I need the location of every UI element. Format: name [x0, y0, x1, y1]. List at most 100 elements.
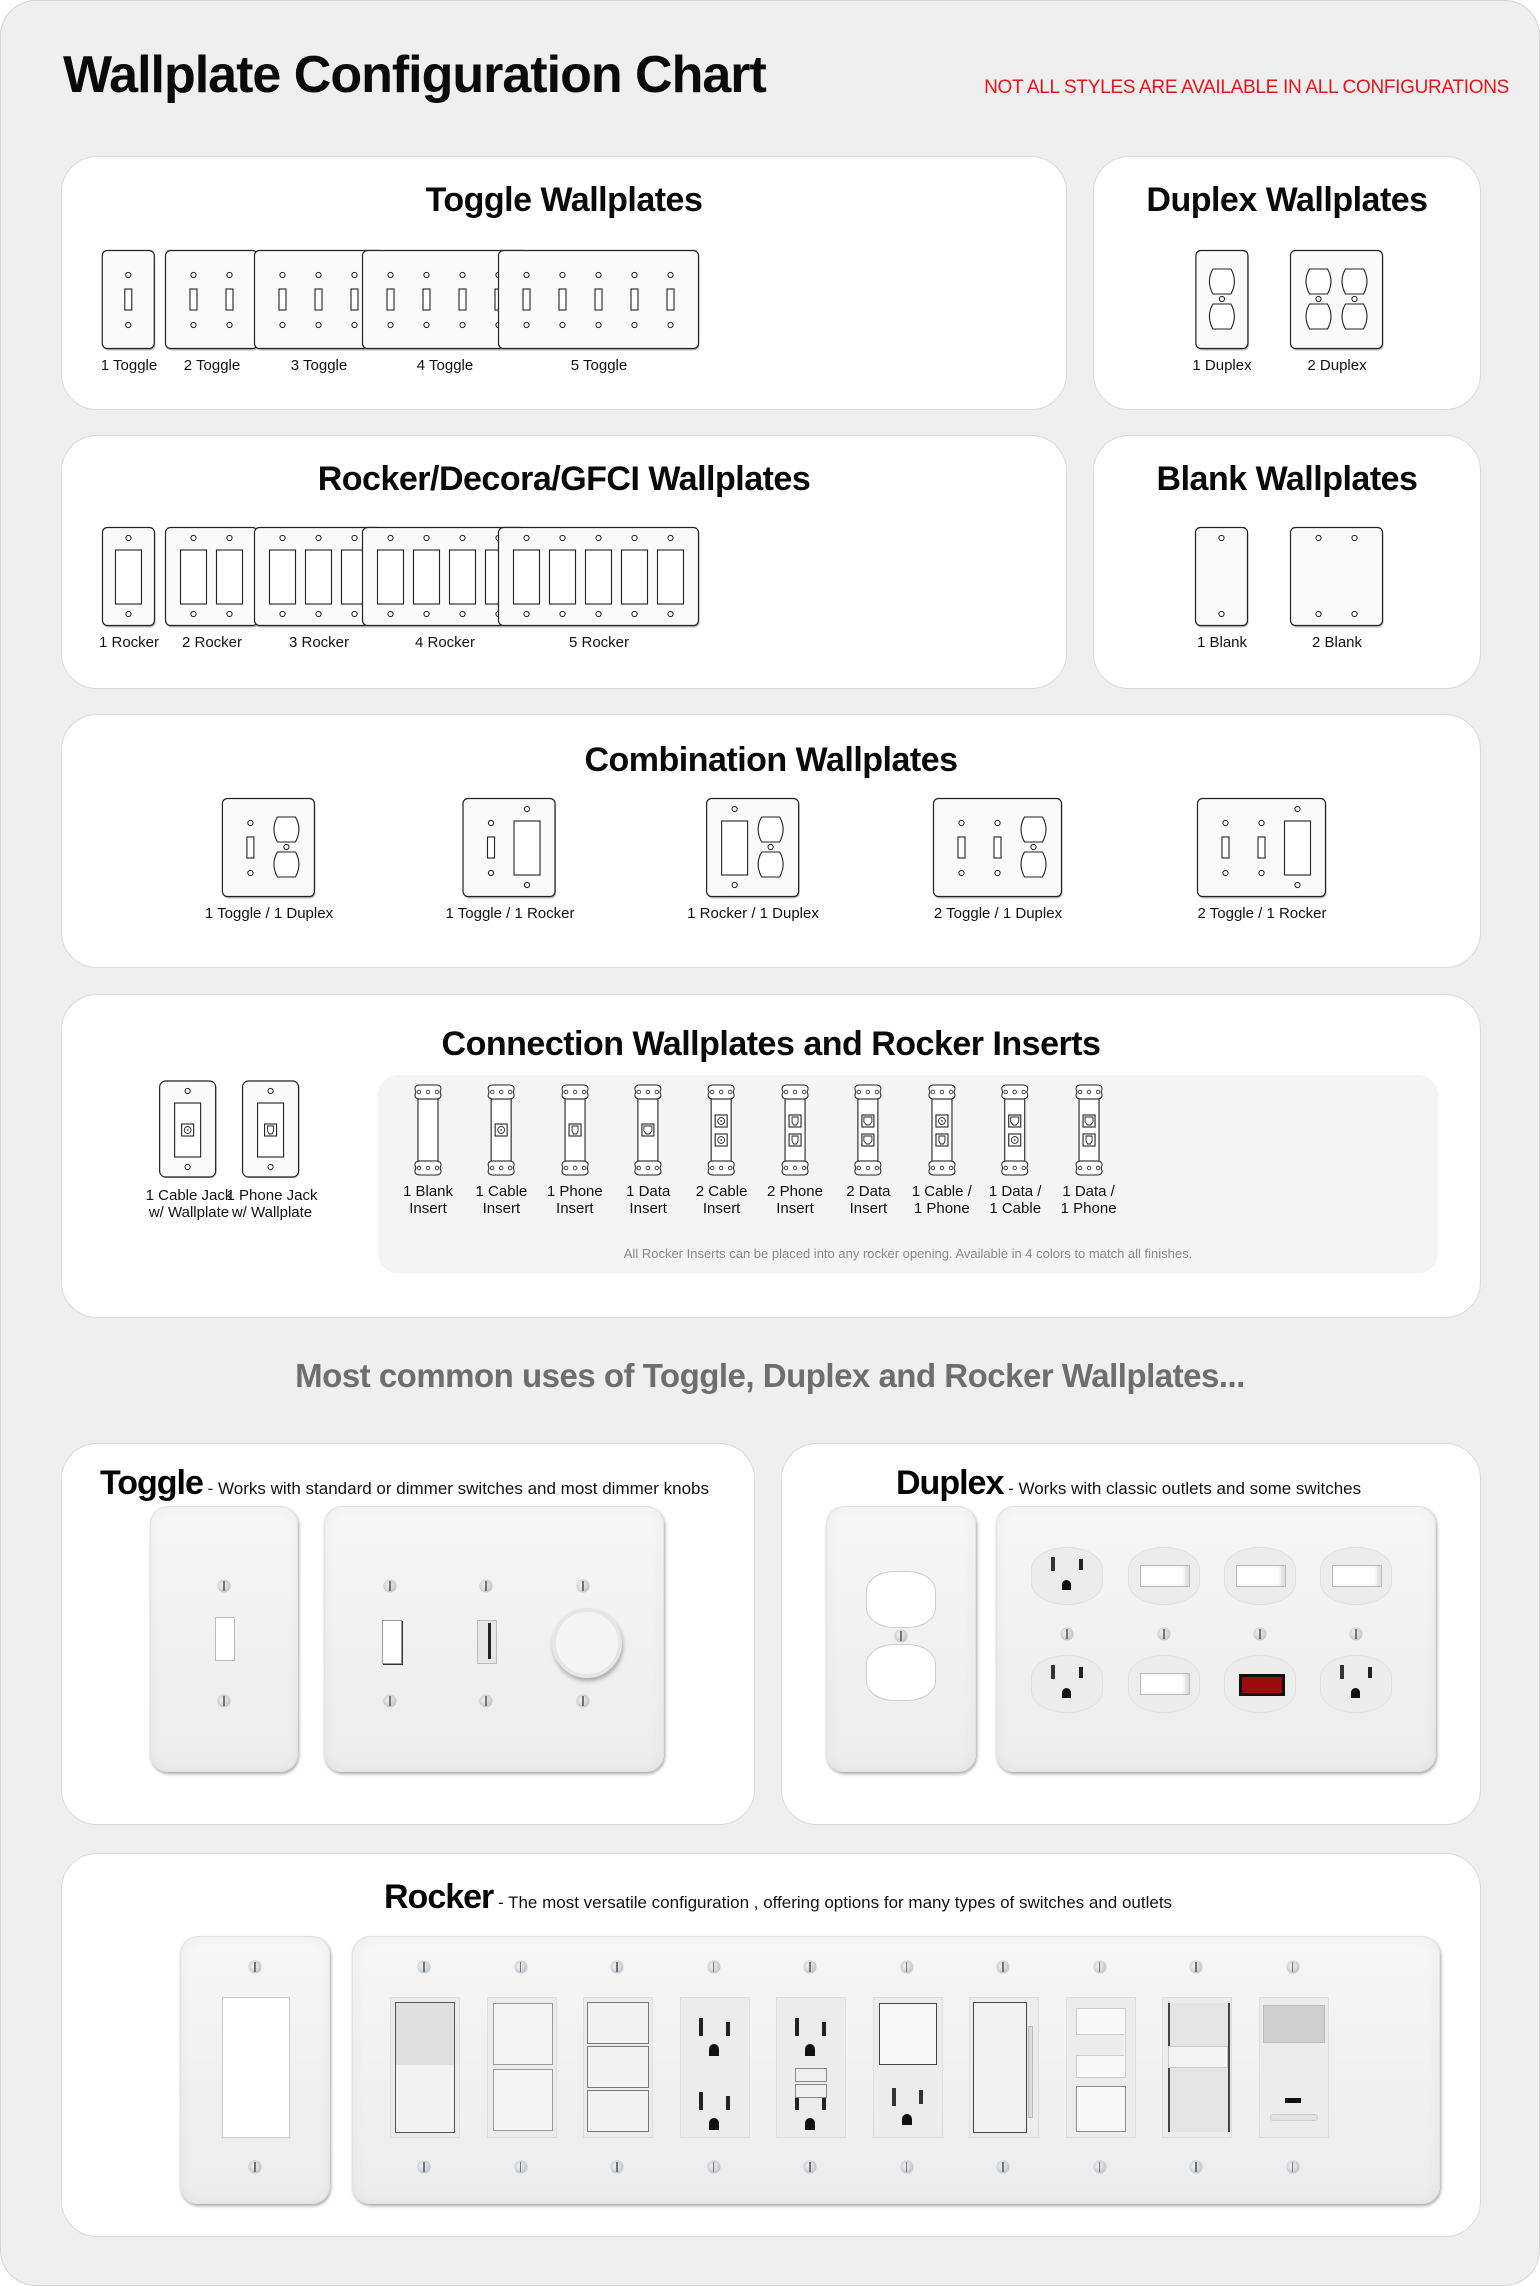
- page-title: Wallplate Configuration Chart: [63, 46, 767, 104]
- ground-hole: [901, 2114, 912, 2125]
- label-text: 1 Phone: [1060, 1200, 1117, 1217]
- label-text: 1 Duplex: [1192, 357, 1252, 374]
- screw-hole-icon: [190, 534, 197, 542]
- wallplate-outline: [705, 797, 800, 898]
- screw-slot: [519, 2162, 521, 2172]
- screw-hole-icon: [1258, 869, 1265, 877]
- screw-icon: [707, 1961, 720, 1973]
- toggle-uses-card: Toggle - Works with standard or dimmer s…: [61, 1443, 755, 1825]
- screw-hole-icon: [1351, 610, 1358, 618]
- rocker-dimmer-icon: [969, 1997, 1039, 2138]
- screw-hole-icon: [1294, 805, 1301, 813]
- single-duplex-plate: [826, 1506, 976, 1772]
- screw-slot: [616, 2162, 618, 2172]
- toggle-switch-icon: [1224, 1547, 1296, 1605]
- chart-page: Wallplate Configuration Chart NOT ALL ST…: [0, 0, 1540, 2286]
- screw-slot: [254, 2162, 256, 2172]
- screw-hole-icon: [667, 271, 674, 279]
- screw-hole-icon: [247, 869, 254, 877]
- outlet-slot: [1051, 1557, 1055, 1571]
- screw-icon: [1286, 2161, 1299, 2173]
- connection-wallplates-title: Connection Wallplates and Rocker Inserts: [441, 1025, 1101, 1063]
- label-text: Insert: [556, 1200, 594, 1217]
- slide-dimmer-track: [488, 1623, 491, 1659]
- duplex-plate-1: 1 Duplex: [1192, 249, 1252, 374]
- item-label: 2 Rocker: [164, 634, 260, 651]
- ground-hole: [708, 2044, 719, 2056]
- sensor-lens: [1262, 2005, 1325, 2043]
- pilot-light-lens: [1239, 1674, 1285, 1696]
- screw-hole-icon: [523, 610, 530, 618]
- rocker-plate-1: 1 Rocker: [99, 526, 159, 651]
- toggle-wallplates-card: Toggle Wallplates 1 Toggle 2 Toggle 3 Togg…: [61, 156, 1067, 410]
- outlet-icon: [1031, 1547, 1103, 1605]
- label-text: 1 Data /: [1062, 1183, 1115, 1200]
- rocker-paddle: [878, 2003, 937, 2065]
- screw-hole-icon: [459, 610, 466, 618]
- toggle-switch-icon: [1320, 1547, 1392, 1605]
- label-text: 2 Toggle: [183, 357, 241, 374]
- screw-icon: [1190, 1961, 1202, 1973]
- slide-dimmer-icon: [477, 1620, 497, 1664]
- screw-icon: [900, 1961, 913, 1973]
- screw-icon: [249, 1961, 261, 1973]
- rocker-insert-7: 2 Data Insert: [846, 1083, 890, 1217]
- item-label: 2 Toggle / 1 Rocker: [1196, 905, 1328, 922]
- rocker-plate-2: 2 Rocker: [164, 526, 260, 651]
- outlet-slot: [1079, 1667, 1083, 1678]
- item-label: 2 Phone Insert: [767, 1183, 823, 1217]
- screw-icon: [249, 2161, 261, 2173]
- rocker-insert-6: 2 Phone Insert: [767, 1083, 823, 1217]
- screw-hole-icon: [595, 271, 602, 279]
- screw-icon: [1093, 1961, 1106, 1973]
- rocker-wallplates-card: Rocker/Decora/GFCI Wallplates 1 Rocker 2 …: [61, 435, 1067, 689]
- slide-handle: [1168, 2046, 1228, 2068]
- insert-body: [1004, 1098, 1026, 1162]
- combination-plate-3: 1 Rocker / 1 Duplex: [687, 797, 819, 922]
- screw-slot: [900, 1631, 902, 1641]
- label-text: 3 Rocker: [288, 634, 350, 651]
- screw-hole-icon: [125, 271, 132, 279]
- screw-hole-icon: [1218, 534, 1225, 542]
- insert-body: [1078, 1098, 1100, 1162]
- toggle-uses-description: - Works with standard or dimmer switches…: [202, 1479, 709, 1498]
- combination-plate-2: 1 Toggle / 1 Rocker: [446, 797, 574, 922]
- screw-hole-icon: [283, 843, 290, 851]
- screw-hole-icon: [190, 321, 197, 329]
- screw-hole-icon: [1222, 819, 1229, 827]
- screw-hole-icon: [731, 881, 738, 889]
- blank-wallplates-card: Blank Wallplates 1 Blank 2 Blank: [1093, 435, 1481, 689]
- label-text: 1 Blank: [402, 1183, 454, 1200]
- toggle-plate-1: 1 Toggle: [101, 249, 157, 374]
- connection-wallplate-2: 1 Phone Jack w/ Wallplate: [227, 1079, 317, 1221]
- screw-icon: [577, 1695, 589, 1707]
- duplex-opening-bottom: [866, 1644, 936, 1701]
- item-label: 2 Duplex: [1289, 357, 1385, 374]
- outlet-slot: [795, 2018, 799, 2036]
- screw-icon: [804, 1961, 816, 1973]
- item-label: 1 Blank: [1194, 634, 1250, 651]
- screw-hole-icon: [631, 271, 638, 279]
- item-label: 1 Data /1 Phone: [1061, 1183, 1117, 1217]
- rocker-insert-5: 2 Cable Insert: [696, 1083, 747, 1217]
- insert-body: [784, 1098, 806, 1162]
- label-text: 5 Toggle: [570, 357, 628, 374]
- toggle-wallplates-title: Toggle Wallplates: [425, 181, 703, 219]
- triple-toggle-plate: [324, 1506, 664, 1772]
- label-text: 1 Rocker: [98, 634, 160, 651]
- label-text: Insert: [849, 1200, 888, 1217]
- screw-hole-icon: [125, 321, 132, 329]
- pilot-light-icon: [1224, 1655, 1296, 1713]
- screw-hole-icon: [351, 271, 358, 279]
- ground-hole: [1351, 1688, 1360, 1698]
- combination-plate-1: 1 Toggle / 1 Duplex: [205, 797, 333, 922]
- label-text: Insert: [629, 1200, 667, 1217]
- single-toggle-plate: [150, 1506, 298, 1772]
- switch-outlet-combo-icon: [872, 1997, 943, 2138]
- screw-slot: [1291, 2162, 1293, 2172]
- screw-icon: [480, 1580, 492, 1592]
- item-label: 1 Cable Insert: [476, 1183, 528, 1217]
- screw-hole-icon: [1218, 610, 1225, 618]
- screw-icon: [1350, 1628, 1362, 1640]
- screw-slot: [1195, 2162, 1197, 2172]
